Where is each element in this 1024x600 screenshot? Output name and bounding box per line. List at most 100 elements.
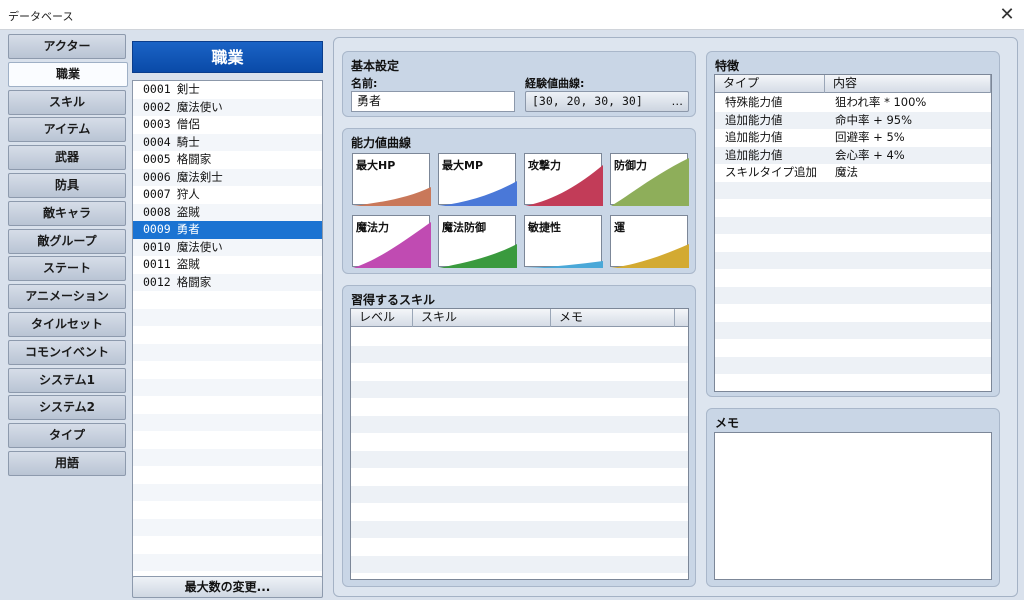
- list-item[interactable]: 0003 僧侶: [133, 116, 322, 134]
- skills-table[interactable]: レベル スキル メモ: [350, 308, 689, 580]
- skills-row[interactable]: [351, 538, 688, 556]
- tab-9[interactable]: アニメーション: [8, 284, 126, 310]
- traits-row[interactable]: 特殊能力値 狙われ率 * 100%: [715, 94, 991, 112]
- list-item[interactable]: 0005 格闘家: [133, 151, 322, 169]
- param-curve-2[interactable]: 攻撃力: [524, 153, 603, 206]
- skills-row[interactable]: [351, 555, 688, 573]
- traits-row[interactable]: [715, 234, 991, 252]
- change-max-button[interactable]: 最大数の変更...: [132, 576, 323, 598]
- skills-row[interactable]: [351, 433, 688, 451]
- traits-table[interactable]: タイプ 内容 特殊能力値 狙われ率 * 100% 追加能力値 命中率 + 95% 追加能力値…: [714, 74, 992, 392]
- tab-3[interactable]: アイテム: [8, 117, 126, 143]
- list-item[interactable]: 0012 格闘家: [133, 273, 322, 291]
- skills-row[interactable]: [351, 345, 688, 363]
- skills-row[interactable]: [351, 520, 688, 538]
- traits-row[interactable]: [715, 269, 991, 287]
- skills-row[interactable]: [351, 415, 688, 433]
- param-curve-4[interactable]: 魔法力: [352, 215, 431, 268]
- list-item[interactable]: 0011 盗賊: [133, 256, 322, 274]
- skills-column-header[interactable]: レベル: [351, 309, 413, 327]
- traits-row[interactable]: [715, 356, 991, 374]
- tab-2[interactable]: スキル: [8, 89, 126, 115]
- exp-curve-label: 経験値曲線:: [525, 77, 585, 90]
- traits-row[interactable]: [715, 181, 991, 199]
- list-item-id: 0003: [143, 117, 171, 131]
- tab-11[interactable]: コモンイベント: [8, 339, 126, 365]
- skills-row[interactable]: [351, 450, 688, 468]
- skills-row[interactable]: [351, 398, 688, 416]
- job-editor: 基本設定 名前: 勇者 経験値曲線: [30, 20, 30, 30] … 能力…: [333, 37, 1018, 597]
- list-item-name: 格闘家: [176, 152, 212, 166]
- list-empty-row: [133, 396, 322, 414]
- traits-header: タイプ 内容: [715, 75, 991, 93]
- trait-content: 狙われ率 * 100%: [835, 95, 927, 109]
- traits-row[interactable]: [715, 216, 991, 234]
- tab-4[interactable]: 武器: [8, 145, 126, 171]
- traits-row[interactable]: 追加能力値 会心率 + 4%: [715, 146, 991, 164]
- skills-row[interactable]: [351, 503, 688, 521]
- traits-row[interactable]: [715, 286, 991, 304]
- traits-row[interactable]: [715, 321, 991, 339]
- name-label: 名前:: [351, 77, 378, 90]
- list-empty-row: [133, 536, 322, 554]
- skills-row[interactable]: [351, 363, 688, 381]
- name-field[interactable]: 勇者: [351, 91, 515, 112]
- tab-1[interactable]: 職業: [8, 61, 128, 87]
- curve-fill: [439, 181, 517, 206]
- param-curve-5[interactable]: 魔法防御: [438, 215, 517, 268]
- list-item[interactable]: 0009 勇者: [133, 221, 322, 239]
- list-item[interactable]: 0006 魔法剣士: [133, 168, 322, 186]
- list-item[interactable]: 0010 魔法使い: [133, 238, 322, 256]
- param-curves-title: 能力値曲線: [351, 136, 412, 150]
- list-item-name: 勇者: [176, 222, 200, 236]
- param-curve-0[interactable]: 最大HP: [352, 153, 431, 206]
- memo-field[interactable]: [714, 432, 992, 580]
- skills-column-header[interactable]: メモ: [551, 309, 675, 327]
- traits-row[interactable]: 追加能力値 命中率 + 95%: [715, 111, 991, 129]
- list-item-id: 0008: [143, 204, 171, 219]
- list-empty-row: [133, 308, 322, 326]
- tab-7[interactable]: 敵グループ: [8, 228, 126, 254]
- traits-row[interactable]: 追加能力値 回避率 + 5%: [715, 129, 991, 147]
- tab-13[interactable]: システム2: [8, 395, 126, 421]
- list-item[interactable]: 0008 盗賊: [133, 203, 322, 221]
- param-curve-label: 魔法防御: [442, 221, 486, 234]
- tab-0[interactable]: アクター: [8, 34, 126, 59]
- tab-10[interactable]: タイルセット: [8, 312, 126, 337]
- list-item[interactable]: 0002 魔法使い: [133, 98, 322, 116]
- traits-row[interactable]: [715, 251, 991, 269]
- skills-row[interactable]: [351, 380, 688, 398]
- list-item[interactable]: 0001 剣士: [133, 81, 322, 99]
- tab-15[interactable]: 用語: [8, 451, 126, 476]
- tab-12[interactable]: システム1: [8, 367, 126, 393]
- tab-6[interactable]: 敵キャラ: [8, 200, 126, 226]
- traits-row[interactable]: [715, 339, 991, 357]
- traits-row[interactable]: スキルタイプ追加 魔法: [715, 164, 991, 182]
- param-curve-3[interactable]: 防御力: [610, 153, 689, 206]
- skills-row[interactable]: [351, 328, 688, 346]
- traits-row[interactable]: [715, 199, 991, 217]
- traits-title: 特徴: [715, 59, 740, 73]
- skills-row[interactable]: [351, 468, 688, 486]
- traits-row[interactable]: [715, 304, 991, 322]
- traits-row[interactable]: [715, 374, 991, 391]
- trait-content: 会心率 + 4%: [835, 147, 905, 162]
- trait-type: 追加能力値: [725, 130, 783, 144]
- tab-14[interactable]: タイプ: [8, 423, 126, 449]
- traits-column-header[interactable]: タイプ: [715, 75, 825, 93]
- param-curve-label: 運: [614, 221, 625, 234]
- skills-row[interactable]: [351, 485, 688, 503]
- traits-column-header[interactable]: 内容: [825, 75, 991, 93]
- param-curve-6[interactable]: 敏捷性: [524, 215, 603, 268]
- skills-column-header[interactable]: スキル: [413, 309, 551, 327]
- param-curve-1[interactable]: 最大MP: [438, 153, 517, 206]
- close-icon[interactable]: ✕: [996, 4, 1018, 26]
- job-list[interactable]: 0001 剣士 0002 魔法使い 0003 僧侶 0004 騎士 0005 格闘家 0006 魔法剣…: [132, 80, 323, 596]
- skills-row[interactable]: [351, 573, 688, 579]
- list-item[interactable]: 0004 騎士: [133, 133, 322, 151]
- tab-8[interactable]: ステート: [8, 256, 126, 282]
- exp-curve-button[interactable]: [30, 20, 30, 30] …: [525, 91, 689, 112]
- list-item[interactable]: 0007 狩人: [133, 186, 322, 204]
- param-curve-7[interactable]: 運: [610, 215, 689, 268]
- tab-5[interactable]: 防具: [8, 173, 126, 198]
